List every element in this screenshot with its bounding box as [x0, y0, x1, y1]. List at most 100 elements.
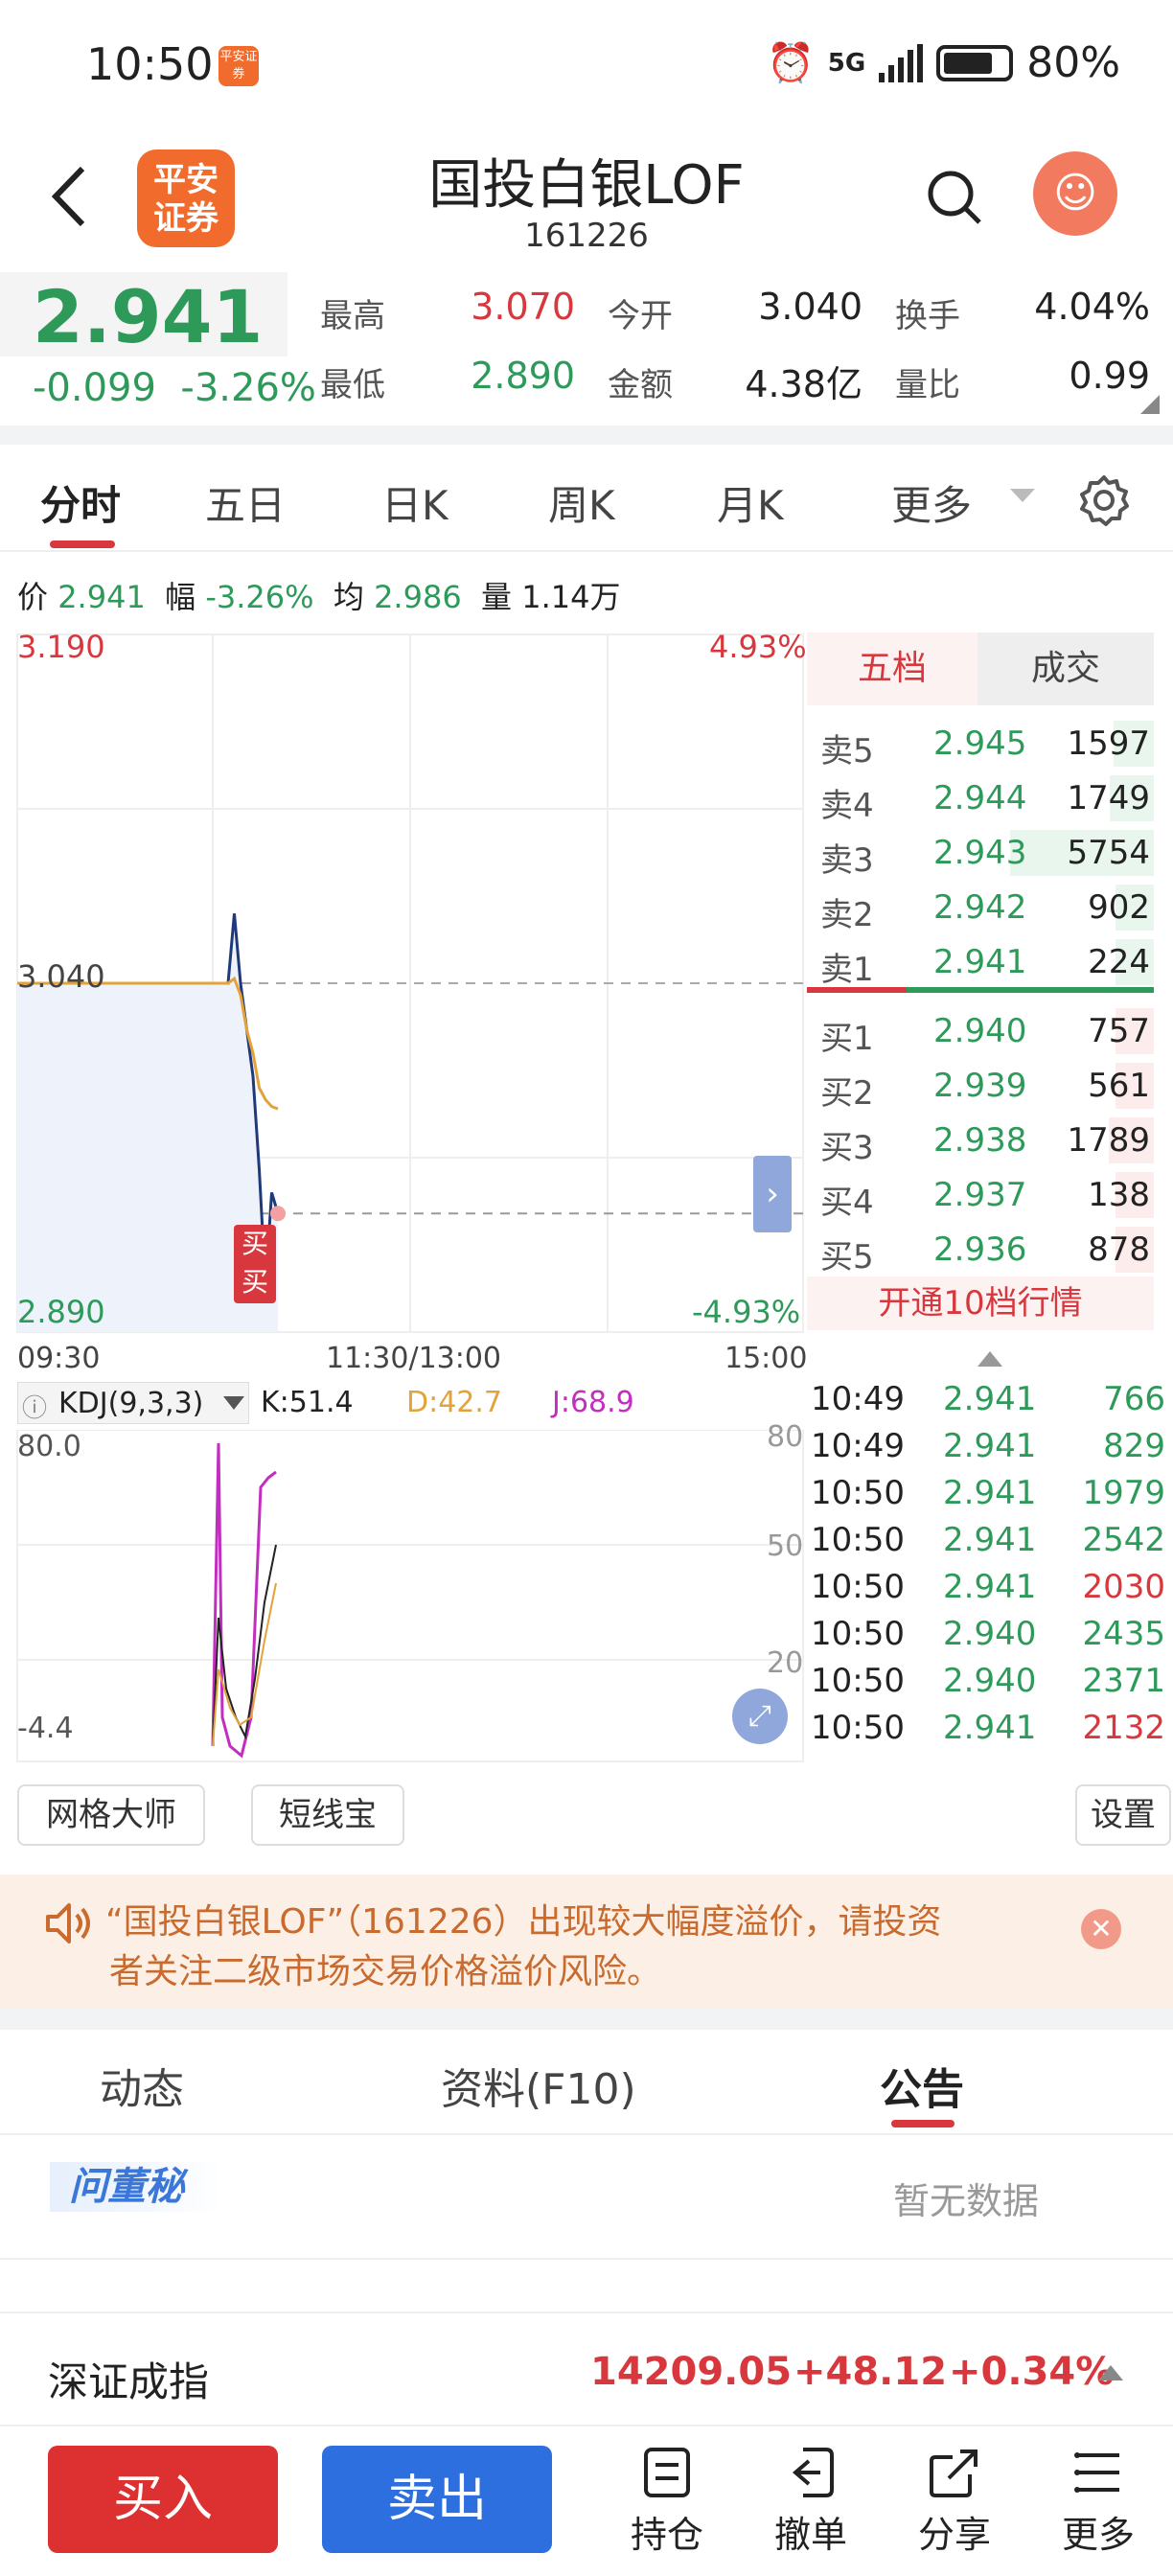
expand-up-icon[interactable]: [1098, 2363, 1123, 2380]
kdj-selector[interactable]: ⓘ KDJ(9,3,3): [17, 1382, 249, 1424]
avatar[interactable]: ☺: [1033, 151, 1117, 236]
no-data-text: 暂无数据: [893, 2180, 1040, 2222]
status-right: ⏰ 5G 80%: [767, 38, 1120, 87]
tab-indicator: [50, 540, 115, 548]
ask-row[interactable]: 卖2 2.942 902: [807, 881, 1154, 934]
tab-weekly-k[interactable]: 周K: [548, 473, 615, 532]
trade-price: 2.941: [943, 1474, 1037, 1512]
bid-label: 买1: [820, 1020, 874, 1058]
trade-vol: 2030: [1082, 1568, 1165, 1606]
current-price-dot: [270, 1206, 286, 1222]
ask-row[interactable]: 卖1 2.941 224: [807, 935, 1154, 989]
bid-label: 买5: [820, 1238, 874, 1276]
tab-intraday[interactable]: 分时: [40, 473, 121, 532]
price-change: -0.099 -3.26%: [33, 366, 316, 410]
ask-row[interactable]: 卖5 2.945 1597: [807, 717, 1154, 770]
expand-panel-arrow[interactable]: ›: [753, 1156, 792, 1232]
expand-corner-icon[interactable]: [1140, 395, 1160, 414]
low-value: 2.890: [471, 355, 575, 397]
x-mid-label: 11:30/13:00: [326, 1342, 502, 1375]
buy-marker[interactable]: 买买: [234, 1225, 276, 1303]
kdj-d: D:42.7: [406, 1386, 503, 1419]
fullscreen-icon[interactable]: ⤢: [732, 1689, 788, 1744]
index-pct: +0.34%: [949, 2350, 1115, 2394]
cancel-order-button[interactable]: 撤单: [763, 2446, 859, 2558]
trade-row: 10:50 2.941 2132: [811, 1709, 1165, 1755]
close-icon[interactable]: ✕: [1081, 1909, 1121, 1949]
ask-label: 卖5: [820, 732, 874, 770]
tab-5day[interactable]: 五日: [205, 473, 286, 532]
ask-row[interactable]: 卖4 2.944 1749: [807, 771, 1154, 825]
kdj-80: 80: [767, 1420, 804, 1454]
index-value: 14209.05: [590, 2350, 793, 2394]
page-title: 国投白银LOF: [428, 154, 745, 217]
trade-time: 10:50: [811, 1474, 905, 1512]
trade-list: 10:49 2.941 766 10:49 2.941 829 10:50 2.941 1979…: [811, 1380, 1165, 1763]
bid-row[interactable]: 买1 2.940 757: [807, 1004, 1154, 1058]
tab-news[interactable]: 动态: [100, 2055, 184, 2116]
grid-master-button[interactable]: 网格大师: [17, 1784, 205, 1846]
tab-f10[interactable]: 资料(F10): [441, 2055, 636, 2116]
premium-notice: “国投白银LOF”（161226）出现较大幅度溢价，请投资 者关注二级市场交易价…: [0, 1874, 1173, 2009]
kdj-label: KDJ(9,3,3): [58, 1387, 204, 1420]
trade-vol: 2132: [1082, 1709, 1165, 1747]
trade-row: 10:50 2.940 2435: [811, 1615, 1165, 1661]
info-amp: -3.26%: [205, 579, 314, 615]
tab-trades[interactable]: 成交: [978, 632, 1154, 705]
position-icon: [644, 2448, 690, 2497]
short-line-button[interactable]: 短线宝: [251, 1784, 404, 1846]
search-icon[interactable]: [926, 169, 983, 226]
cancel-icon: [792, 2448, 834, 2497]
trade-row: 10:49 2.941 766: [811, 1380, 1165, 1426]
menu-icon: [1074, 2452, 1119, 2493]
kdj-k: K:51.4: [261, 1386, 354, 1419]
tab-five-levels[interactable]: 五档: [807, 632, 978, 705]
gear-icon[interactable]: [1077, 473, 1131, 527]
buy-button[interactable]: 买入: [48, 2446, 278, 2553]
trades-collapse-icon[interactable]: [978, 1349, 1002, 1367]
wendongmi-logo[interactable]: 问董秘: [50, 2162, 222, 2212]
alarm-icon: ⏰: [766, 41, 815, 85]
trade-row: 10:50 2.941 1979: [811, 1474, 1165, 1520]
kdj-50: 50: [767, 1530, 804, 1563]
ask-row[interactable]: 卖3 2.943 5754: [807, 826, 1154, 880]
high-value: 3.070: [471, 286, 575, 328]
trade-time: 10:50: [811, 1662, 905, 1700]
tab-monthly-k[interactable]: 月K: [717, 473, 784, 532]
settings-button[interactable]: 设置: [1075, 1784, 1171, 1846]
kdj-j: J:68.9: [552, 1386, 634, 1419]
open-value: 3.040: [758, 286, 862, 328]
info-price: 2.941: [58, 579, 146, 615]
intraday-chart[interactable]: 3.190 4.93% 3.040 2.890 -4.93% 09:30 11:…: [0, 623, 810, 1390]
share-icon: [930, 2450, 978, 2497]
open-label: 今开: [608, 297, 673, 335]
info-avg: 2.986: [374, 579, 462, 615]
kdj-chart: 80.0 -4.4 80 50 20 ⤢: [0, 1420, 810, 1765]
more-button[interactable]: 更多: [1050, 2446, 1146, 2558]
bid-label: 买3: [820, 1129, 874, 1167]
dropdown-icon[interactable]: [1010, 489, 1035, 504]
position-label: 持仓: [630, 2514, 703, 2556]
bid-row[interactable]: 买3 2.938 1789: [807, 1114, 1154, 1167]
info-price-label: 价: [17, 579, 49, 615]
notice-line-1: “国投白银LOF”（161226）出现较大幅度溢价，请投资: [105, 1902, 942, 1942]
tab-more[interactable]: 更多: [891, 473, 972, 532]
share-button[interactable]: 分享: [907, 2446, 1002, 2558]
status-bar: 10:50 平安证券 ⏰ 5G 80%: [0, 0, 1173, 134]
ask-volume: 1597: [1067, 724, 1150, 763]
y-open-label: 3.040: [17, 958, 105, 995]
position-button[interactable]: 持仓: [619, 2446, 715, 2558]
index-ticker[interactable]: 深证成指 14209.05 +48.12 +0.34%: [0, 2312, 1173, 2426]
sell-button[interactable]: 卖出: [322, 2446, 552, 2553]
turnover-value: 4.04%: [1034, 286, 1150, 328]
bid-row[interactable]: 买5 2.936 878: [807, 1223, 1154, 1276]
bid-row[interactable]: 买2 2.939 561: [807, 1059, 1154, 1113]
info-vol-label: 量: [481, 579, 513, 615]
last-price: 2.941: [33, 274, 264, 359]
tab-announcement[interactable]: 公告: [880, 2055, 964, 2116]
stock-code: 161226: [524, 217, 649, 255]
bid-row[interactable]: 买4 2.937 138: [807, 1168, 1154, 1222]
tab-daily-k[interactable]: 日K: [381, 473, 448, 532]
trade-row: 10:50 2.940 2371: [811, 1662, 1165, 1708]
open-10-levels-button[interactable]: 开通10档行情: [807, 1276, 1154, 1330]
